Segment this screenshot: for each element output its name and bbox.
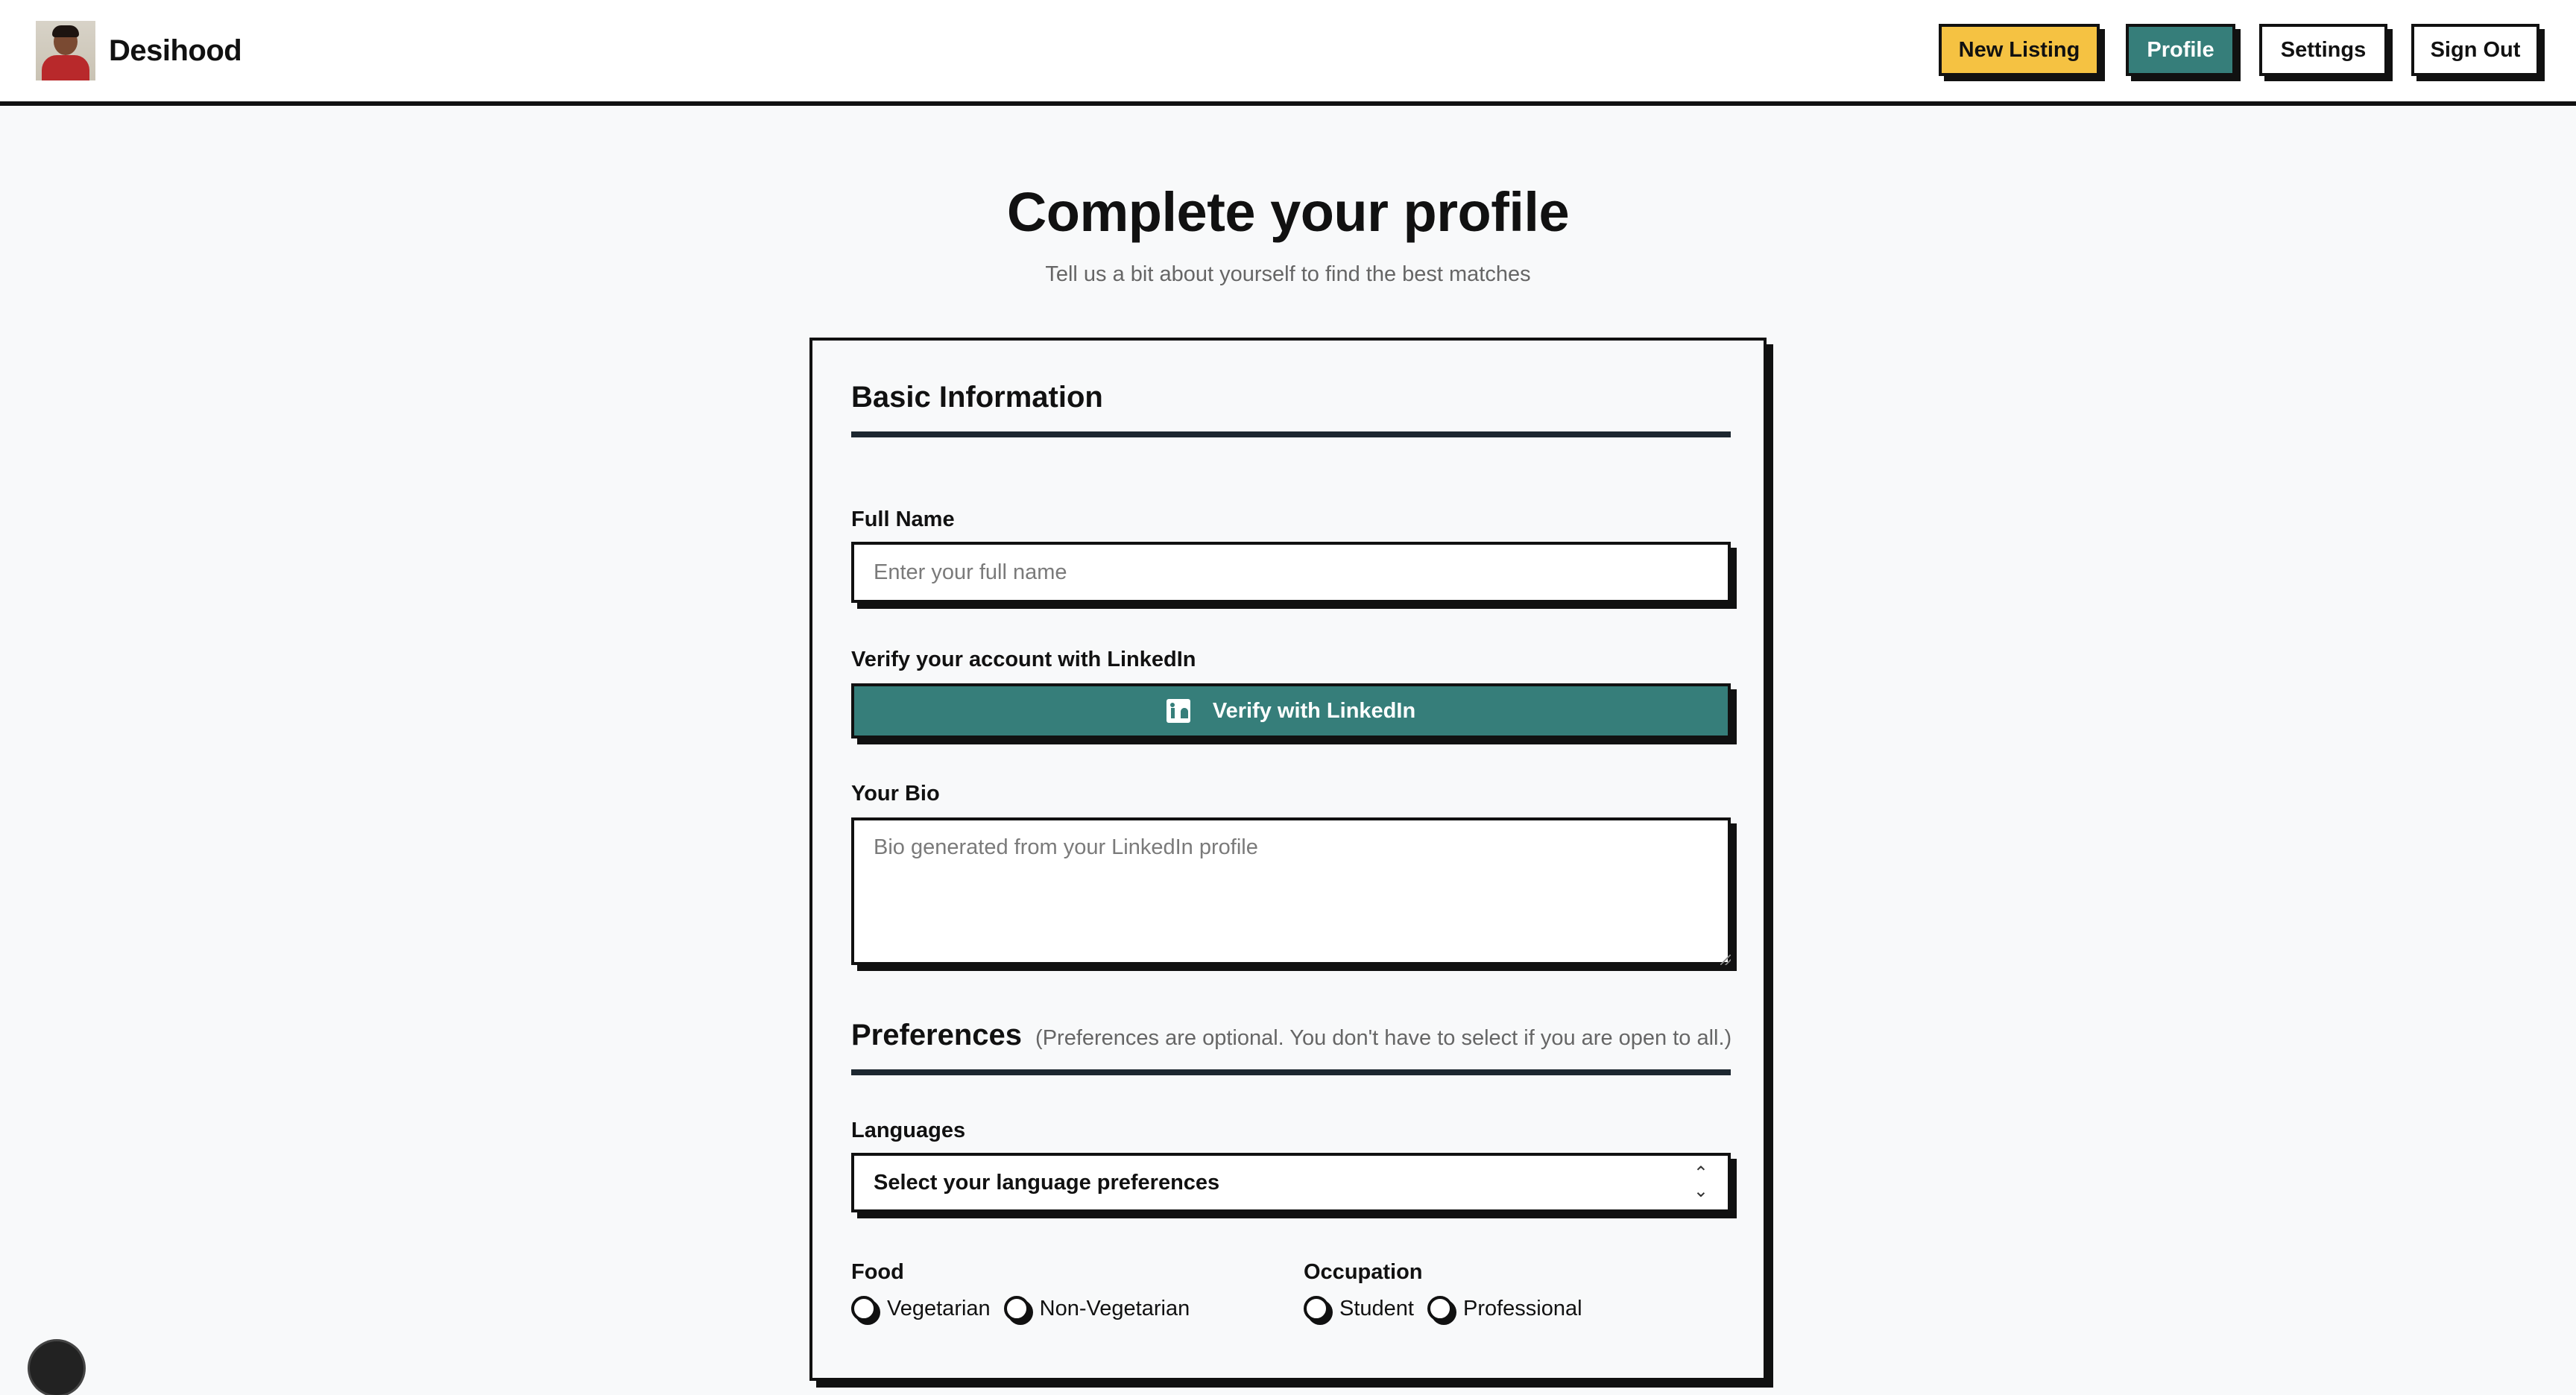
top-navbar: Desihood New Listing Profile Settings Si… — [0, 0, 2576, 106]
avatar[interactable] — [36, 21, 95, 80]
food-option-non-vegetarian[interactable]: Non-Vegetarian — [1003, 1296, 1190, 1321]
verify-linkedin-label: Verify with LinkedIn — [1212, 698, 1416, 723]
basic-info-title: Basic Information — [851, 381, 1103, 414]
occupation-radio-group: Student Professional — [1304, 1296, 1596, 1321]
radio-label: Non-Vegetarian — [1039, 1296, 1190, 1320]
brand[interactable]: Desihood — [36, 21, 242, 80]
radio-label: Student — [1339, 1296, 1414, 1320]
occupation-label: Occupation — [1304, 1260, 1423, 1284]
full-name-input[interactable] — [851, 542, 1731, 603]
bio-textarea[interactable] — [851, 817, 1731, 965]
preferences-note: (Preferences are optional. You don't hav… — [1035, 1026, 1732, 1050]
bio-label: Your Bio — [851, 782, 940, 806]
radio-label: Professional — [1462, 1296, 1582, 1320]
resize-handle-icon[interactable] — [1720, 955, 1731, 965]
radio-button[interactable] — [1304, 1296, 1329, 1321]
food-label: Food — [851, 1260, 904, 1284]
verify-linkedin-button[interactable]: Verify with LinkedIn — [851, 683, 1731, 738]
profile-form-card: Basic Information Full Name Verify your … — [809, 338, 1767, 1381]
radio-label: Vegetarian — [887, 1296, 991, 1320]
food-option-vegetarian[interactable]: Vegetarian — [851, 1296, 991, 1321]
profile-button[interactable]: Profile — [2126, 24, 2235, 76]
radio-button[interactable] — [1427, 1296, 1453, 1321]
page-title: Complete your profile — [1006, 181, 1570, 243]
food-radio-group: Vegetarian Non-Vegetarian — [851, 1296, 1203, 1321]
occupation-option-professional[interactable]: Professional — [1427, 1296, 1582, 1321]
new-listing-button[interactable]: New Listing — [1939, 24, 2100, 76]
section-divider — [851, 1069, 1731, 1075]
languages-selected-value: Select your language preferences — [874, 1170, 1220, 1195]
brand-name[interactable]: Desihood — [109, 34, 242, 68]
radio-button[interactable] — [1003, 1296, 1029, 1321]
preferences-header: Preferences (Preferences are optional. Y… — [851, 1019, 1731, 1052]
page-subtitle: Tell us a bit about yourself to find the… — [1045, 262, 1531, 286]
languages-label: Languages — [851, 1119, 966, 1142]
languages-select[interactable]: Select your language preferences ⌃ ⌄ — [851, 1153, 1731, 1212]
linkedin-label: Verify your account with LinkedIn — [851, 648, 1196, 671]
sign-out-button[interactable]: Sign Out — [2411, 24, 2539, 76]
occupation-option-student[interactable]: Student — [1304, 1296, 1414, 1321]
floating-action-button[interactable] — [30, 1341, 83, 1395]
linkedin-icon — [1166, 699, 1190, 723]
radio-button[interactable] — [851, 1296, 877, 1321]
section-divider — [851, 431, 1731, 437]
full-name-label: Full Name — [851, 507, 955, 531]
settings-button[interactable]: Settings — [2259, 24, 2387, 76]
preferences-title: Preferences — [851, 1019, 1023, 1051]
chevron-up-down-icon: ⌃ ⌄ — [1693, 1163, 1708, 1201]
